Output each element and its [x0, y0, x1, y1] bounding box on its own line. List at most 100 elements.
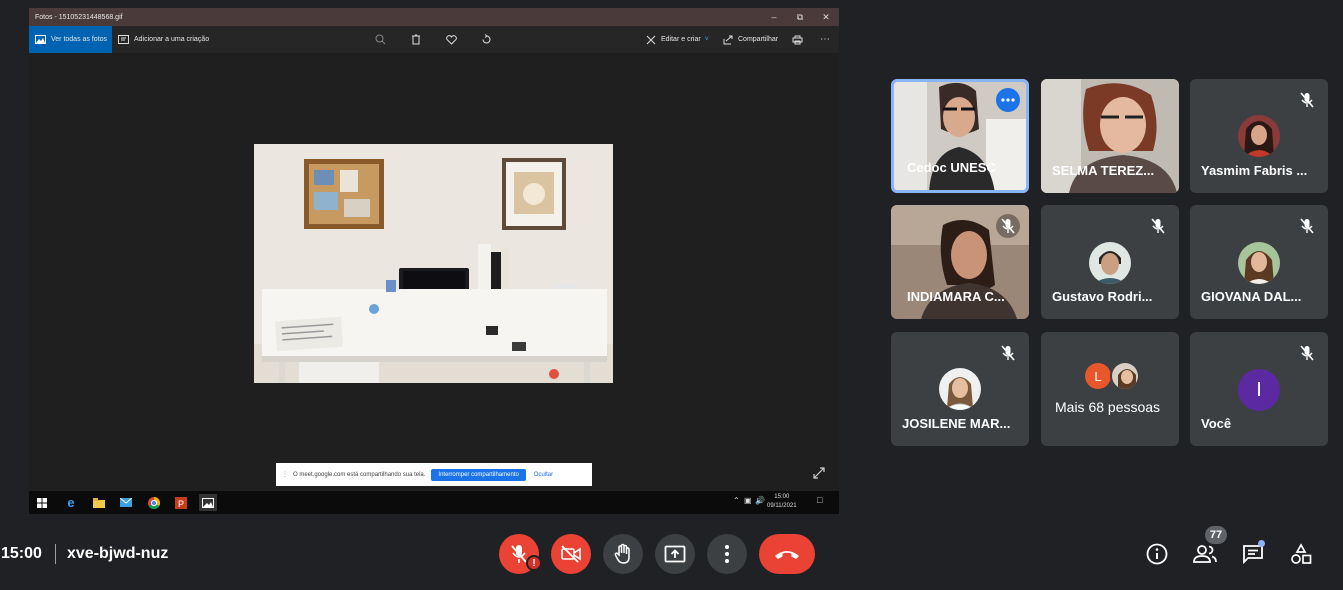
- raise-hand-button[interactable]: [603, 534, 643, 574]
- favorite-icon[interactable]: [446, 26, 462, 53]
- chat-notification-dot: [1258, 540, 1265, 547]
- tray-chevron-icon[interactable]: ⌃: [733, 496, 740, 505]
- avatar: [1110, 361, 1140, 391]
- mic-off-icon: [1300, 92, 1314, 108]
- avatar: [1238, 115, 1280, 157]
- windows-start-icon[interactable]: [33, 494, 51, 511]
- people-button[interactable]: [1191, 540, 1219, 568]
- more-options-icon[interactable]: ⋯: [820, 26, 830, 53]
- hand-icon: [614, 543, 630, 564]
- participant-name: JOSILENE MAR...: [902, 416, 1011, 431]
- participant-tile[interactable]: GIOVANA DAL...: [1190, 205, 1328, 319]
- volume-icon[interactable]: 🔊: [755, 496, 765, 505]
- muted-indicator: [996, 341, 1020, 365]
- more-vert-icon: [725, 545, 729, 563]
- camera-off-icon: [561, 545, 581, 563]
- muted-indicator: [996, 214, 1020, 238]
- people-icon: [1193, 545, 1217, 563]
- stop-sharing-button[interactable]: Interromper compartilhamento: [431, 468, 526, 481]
- notifications-icon[interactable]: □: [817, 495, 822, 505]
- more-options-button[interactable]: [707, 534, 747, 574]
- participant-tile[interactable]: INDIAMARA C...: [891, 205, 1029, 319]
- add-to-creation-label: Adicionar a uma criação: [134, 36, 210, 43]
- info-icon: [1146, 543, 1168, 565]
- mic-off-icon: [1001, 218, 1015, 234]
- activities-icon: [1291, 543, 1312, 564]
- meeting-details-button[interactable]: [1143, 540, 1171, 568]
- mic-off-icon: [1300, 345, 1314, 361]
- desk-photo-image: [254, 144, 613, 383]
- window-title: Fotos - 15105231448568.gif: [35, 13, 123, 21]
- view-all-photos-button[interactable]: Ver todas as fotos: [29, 26, 112, 53]
- end-call-icon: [775, 551, 799, 559]
- network-icon[interactable]: ▣: [744, 496, 752, 505]
- shared-photo: [254, 144, 613, 383]
- chevron-down-icon: ˅: [704, 36, 709, 43]
- photos-title-bar: Fotos - 15105231448568.gif – ⧉ ✕: [29, 8, 839, 26]
- mic-off-icon: [1151, 218, 1165, 234]
- self-tile[interactable]: I Você: [1190, 332, 1328, 446]
- participant-name: Gustavo Rodri...: [1052, 289, 1153, 304]
- powerpoint-icon[interactable]: P: [172, 494, 190, 511]
- delete-icon[interactable]: [411, 26, 426, 53]
- chat-icon: [1243, 545, 1263, 564]
- print-icon[interactable]: [792, 26, 808, 53]
- participant-name: Você: [1201, 416, 1232, 431]
- add-to-creation-button[interactable]: Adicionar a uma criação: [118, 26, 209, 53]
- file-explorer-icon[interactable]: [90, 494, 108, 511]
- present-screen-button[interactable]: [655, 534, 695, 574]
- edge-icon[interactable]: e: [62, 494, 80, 511]
- share-button[interactable]: Compartilhar: [723, 26, 778, 53]
- screen-share-banner: ⋮ O meet.google.com está compartilhando …: [276, 463, 592, 486]
- participant-tile[interactable]: L Mais 68 pessoas: [1041, 332, 1179, 446]
- photos-app-icon[interactable]: [199, 494, 217, 511]
- participant-name: GIOVANA DAL...: [1201, 289, 1302, 304]
- zoom-icon[interactable]: [375, 26, 391, 53]
- mic-off-icon: [1300, 218, 1314, 234]
- participant-name: INDIAMARA C...: [907, 289, 1005, 304]
- more-horiz-icon: [1001, 98, 1015, 102]
- participant-tile[interactable]: Yasmim Fabris ...: [1190, 79, 1328, 193]
- drag-handle-icon[interactable]: ⋮: [282, 471, 288, 478]
- self-avatar-initial: I: [1238, 369, 1280, 411]
- rotate-icon[interactable]: [481, 26, 497, 53]
- participant-count-badge: 77: [1205, 526, 1227, 544]
- muted-indicator: [1295, 214, 1319, 238]
- participant-tile[interactable]: Cedoc UNESC: [891, 79, 1029, 193]
- edit-icon: [646, 35, 656, 44]
- participant-tile[interactable]: SELMA TEREZ...: [1041, 79, 1179, 193]
- chrome-icon[interactable]: [145, 494, 163, 511]
- muted-indicator: [1295, 88, 1319, 112]
- camera-toggle-button[interactable]: [551, 534, 591, 574]
- taskbar-date: 09/11/2021: [767, 503, 797, 509]
- avatar: [939, 368, 981, 410]
- taskbar-clock[interactable]: 15:00 09/11/2021: [767, 493, 797, 511]
- edit-create-label: Editar e criar: [661, 36, 701, 43]
- photos-icon: [35, 35, 46, 44]
- participant-name: Cedoc UNESC: [907, 160, 996, 175]
- edit-create-button[interactable]: Editar e criar ˅: [646, 26, 709, 53]
- expand-icon[interactable]: [812, 466, 826, 480]
- close-icon[interactable]: ✕: [813, 8, 839, 26]
- leave-call-button[interactable]: [759, 534, 815, 574]
- participant-name: Yasmim Fabris ...: [1201, 163, 1308, 178]
- avatar: [1089, 242, 1131, 284]
- meeting-clock: 15:00: [1, 545, 42, 562]
- view-all-label: Ver todas as fotos: [51, 36, 108, 43]
- activities-button[interactable]: [1287, 540, 1315, 568]
- maximize-icon[interactable]: ⧉: [787, 8, 813, 26]
- windows-taskbar: e P ⌃ ▣ 🔊 15:00 09/11/2021 □: [29, 491, 839, 514]
- present-icon: [664, 545, 686, 563]
- participant-tile[interactable]: JOSILENE MAR...: [891, 332, 1029, 446]
- mail-icon[interactable]: [117, 494, 135, 511]
- taskbar-time: 15:00: [774, 494, 790, 500]
- participant-tile[interactable]: Gustavo Rodri...: [1041, 205, 1179, 319]
- minimize-icon[interactable]: –: [761, 8, 787, 26]
- meeting-code[interactable]: xve-bjwd-nuz: [67, 545, 168, 563]
- avatar-initial-l: L: [1085, 363, 1111, 389]
- microphone-toggle-button[interactable]: !: [499, 534, 542, 574]
- more-options-button[interactable]: [996, 88, 1020, 112]
- share-banner-message: O meet.google.com está compartilhando su…: [293, 471, 426, 478]
- photos-toolbar: Ver todas as fotos Adicionar a uma criaç…: [29, 26, 839, 53]
- hide-banner-link[interactable]: Ocultar: [534, 472, 553, 478]
